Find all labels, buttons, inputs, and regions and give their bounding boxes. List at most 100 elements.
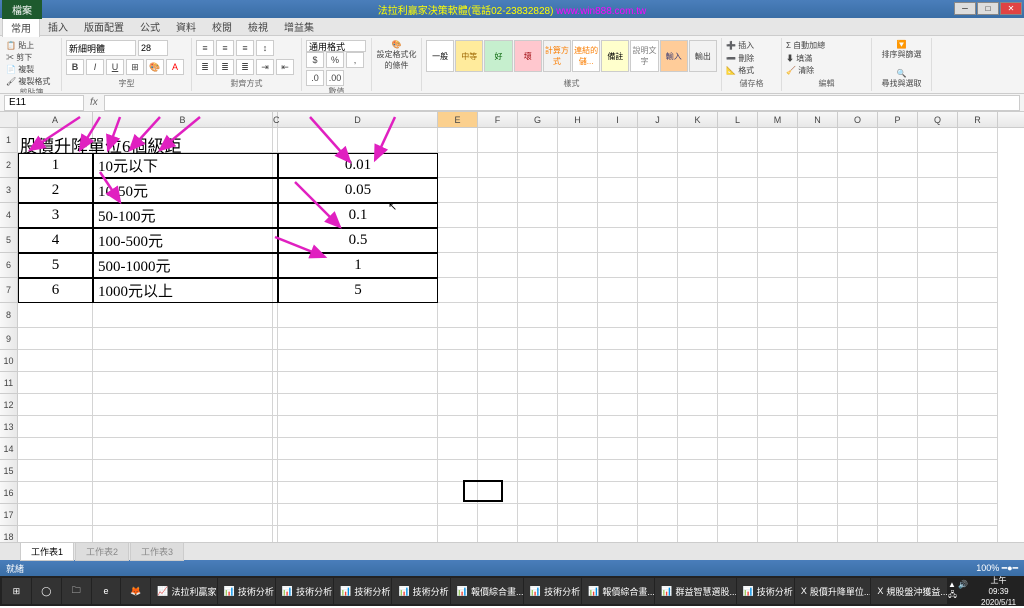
style-備註[interactable]: 備註 xyxy=(601,40,629,72)
cell-M7[interactable] xyxy=(758,278,798,303)
cell-F10[interactable] xyxy=(478,350,518,372)
cell-K18[interactable] xyxy=(678,526,718,542)
cell-G5[interactable] xyxy=(518,228,558,253)
cell-M15[interactable] xyxy=(758,460,798,482)
cell-M5[interactable] xyxy=(758,228,798,253)
sheet-tab-工作表2[interactable]: 工作表2 xyxy=(75,542,129,561)
cell-Q5[interactable] xyxy=(918,228,958,253)
cell-D13[interactable] xyxy=(278,416,438,438)
cell-Q17[interactable] xyxy=(918,504,958,526)
cell-F14[interactable] xyxy=(478,438,518,460)
cell-F1[interactable] xyxy=(478,128,518,153)
cell-L4[interactable] xyxy=(718,203,758,228)
sheet-tab-工作表1[interactable]: 工作表1 xyxy=(20,542,74,561)
cell-K9[interactable] xyxy=(678,328,718,350)
cell-H9[interactable] xyxy=(558,328,598,350)
taskbar-item-6[interactable]: 📊技術分析 xyxy=(218,578,275,604)
row-header-18[interactable]: 18 xyxy=(0,526,18,542)
cell-I1[interactable] xyxy=(598,128,638,153)
cell-A16[interactable] xyxy=(18,482,93,504)
row-header-12[interactable]: 12 xyxy=(0,394,18,416)
cell-L12[interactable] xyxy=(718,394,758,416)
taskbar-item-1[interactable]: ◯ xyxy=(32,578,61,604)
cell-Q7[interactable] xyxy=(918,278,958,303)
cell-P4[interactable] xyxy=(878,203,918,228)
cell-L2[interactable] xyxy=(718,153,758,178)
fx-icon[interactable]: fx xyxy=(84,97,104,108)
col-header-G[interactable]: G xyxy=(518,112,558,127)
cell-G10[interactable] xyxy=(518,350,558,372)
cell-H10[interactable] xyxy=(558,350,598,372)
cell-O11[interactable] xyxy=(838,372,878,394)
cell-G15[interactable] xyxy=(518,460,558,482)
cell-D15[interactable] xyxy=(278,460,438,482)
cell-F5[interactable] xyxy=(478,228,518,253)
cell-K11[interactable] xyxy=(678,372,718,394)
cell-N2[interactable] xyxy=(798,153,838,178)
cell-G4[interactable] xyxy=(518,203,558,228)
taskbar-item-0[interactable]: ⊞ xyxy=(2,578,31,604)
style-連結的儲...[interactable]: 連結的儲... xyxy=(572,40,600,72)
col-header-O[interactable]: O xyxy=(838,112,878,127)
cell-K5[interactable] xyxy=(678,228,718,253)
cell-N6[interactable] xyxy=(798,253,838,278)
cell-R8[interactable] xyxy=(958,303,998,328)
cell-E17[interactable] xyxy=(438,504,478,526)
cell-G6[interactable] xyxy=(518,253,558,278)
taskbar-item-12[interactable]: 📊報價綜合畫... xyxy=(582,578,654,604)
cell-N12[interactable] xyxy=(798,394,838,416)
style-輸出[interactable]: 輸出 xyxy=(689,40,717,72)
cell-J12[interactable] xyxy=(638,394,678,416)
cell-M4[interactable] xyxy=(758,203,798,228)
taskbar-item-7[interactable]: 📊技術分析 xyxy=(276,578,333,604)
cell-H8[interactable] xyxy=(558,303,598,328)
cell-G9[interactable] xyxy=(518,328,558,350)
cell-L14[interactable] xyxy=(718,438,758,460)
cell-J4[interactable] xyxy=(638,203,678,228)
cell-I9[interactable] xyxy=(598,328,638,350)
cell-K12[interactable] xyxy=(678,394,718,416)
cell-N16[interactable] xyxy=(798,482,838,504)
cell-E13[interactable] xyxy=(438,416,478,438)
cell-N5[interactable] xyxy=(798,228,838,253)
col-header-F[interactable]: F xyxy=(478,112,518,127)
cell-M11[interactable] xyxy=(758,372,798,394)
cell-N9[interactable] xyxy=(798,328,838,350)
cell-O2[interactable] xyxy=(838,153,878,178)
cell-J14[interactable] xyxy=(638,438,678,460)
cell-I8[interactable] xyxy=(598,303,638,328)
cell-L7[interactable] xyxy=(718,278,758,303)
cell-P1[interactable] xyxy=(878,128,918,153)
cell-L6[interactable] xyxy=(718,253,758,278)
cell-A13[interactable] xyxy=(18,416,93,438)
cell-P10[interactable] xyxy=(878,350,918,372)
cell-R15[interactable] xyxy=(958,460,998,482)
cell-Q11[interactable] xyxy=(918,372,958,394)
cell-P12[interactable] xyxy=(878,394,918,416)
cell-R11[interactable] xyxy=(958,372,998,394)
style-計算方式[interactable]: 計算方式 xyxy=(543,40,571,72)
cell-P13[interactable] xyxy=(878,416,918,438)
taskbar-item-11[interactable]: 📊技術分析 xyxy=(524,578,581,604)
cell-G1[interactable] xyxy=(518,128,558,153)
row-header-14[interactable]: 14 xyxy=(0,438,18,460)
cell-H7[interactable] xyxy=(558,278,598,303)
cell-J5[interactable] xyxy=(638,228,678,253)
cell-I18[interactable] xyxy=(598,526,638,542)
cell-R5[interactable] xyxy=(958,228,998,253)
cell-L3[interactable] xyxy=(718,178,758,203)
cell-O7[interactable] xyxy=(838,278,878,303)
cell-N15[interactable] xyxy=(798,460,838,482)
cell-A12[interactable] xyxy=(18,394,93,416)
cell-Q14[interactable] xyxy=(918,438,958,460)
cell-E18[interactable] xyxy=(438,526,478,542)
cell-E12[interactable] xyxy=(438,394,478,416)
style-說明文字[interactable]: 說明文字 xyxy=(630,40,658,72)
cell-I6[interactable] xyxy=(598,253,638,278)
cell-H6[interactable] xyxy=(558,253,598,278)
tab-常用[interactable]: 常用 xyxy=(2,17,40,37)
cell-B14[interactable] xyxy=(93,438,273,460)
cell-Q10[interactable] xyxy=(918,350,958,372)
cell-J17[interactable] xyxy=(638,504,678,526)
number-format[interactable] xyxy=(306,40,366,52)
